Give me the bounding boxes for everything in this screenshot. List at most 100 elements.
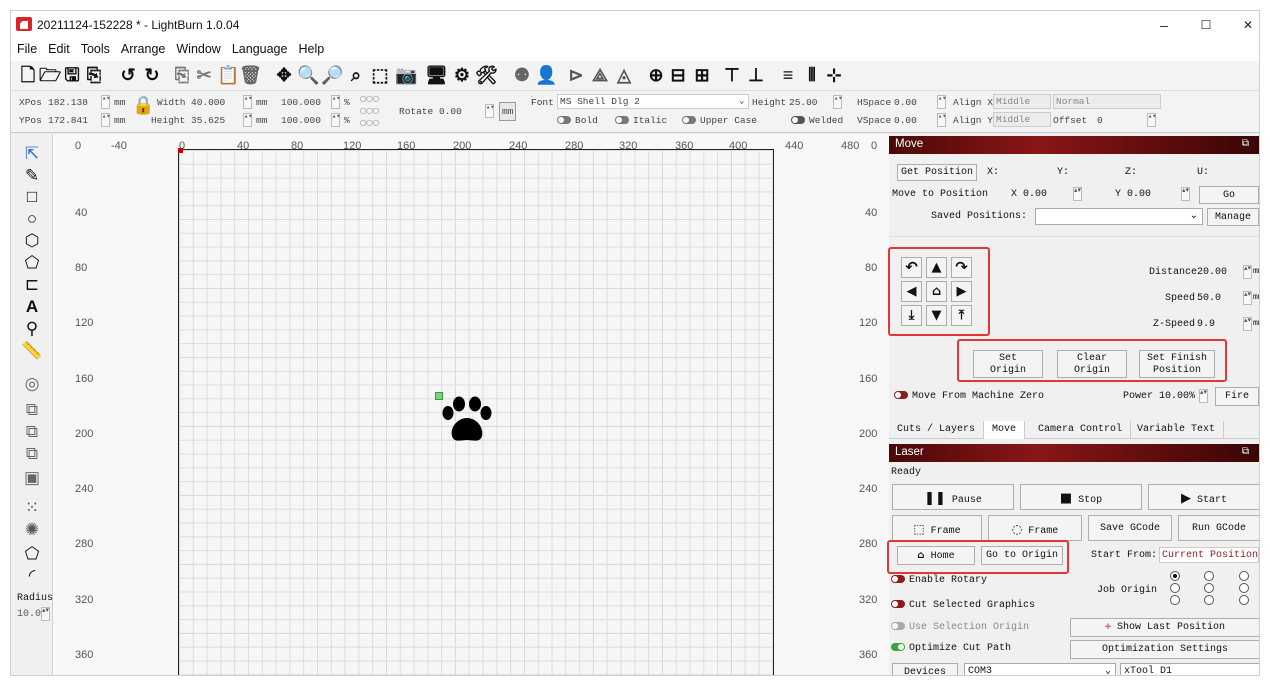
offset-field[interactable]: 0 — [1097, 115, 1103, 126]
radius-spinner[interactable]: ▴▾ — [41, 607, 50, 621]
design-canvas[interactable]: 0 -40 0 40 80 120 160 200 240 280 320 36… — [53, 134, 889, 675]
boolean-subtract-icon[interactable]: ⧉ — [21, 444, 43, 464]
menu-arrange[interactable]: Arrange — [115, 39, 170, 56]
device-select[interactable]: xTool D1 — [1120, 663, 1259, 675]
offset-shapes-icon[interactable]: ◎ — [21, 374, 43, 394]
delete-icon[interactable]: 🗑 — [239, 64, 262, 86]
menu-tools[interactable]: Tools — [75, 39, 115, 56]
xpos-field[interactable]: 182.138 — [48, 97, 88, 108]
save-icon[interactable]: 🖫 — [61, 64, 83, 86]
width-spinner[interactable]: ▴▾ — [243, 95, 252, 109]
move-from-zero-toggle[interactable]: Move From Machine Zero — [894, 391, 1044, 402]
ungroup-icon[interactable]: 👤 — [535, 64, 557, 86]
settings-gear-icon[interactable]: ⚙ — [451, 64, 473, 86]
menu-help[interactable]: Help — [292, 39, 329, 56]
paste-icon[interactable]: 📋 — [217, 64, 239, 86]
job-origin-radio[interactable] — [1204, 595, 1214, 605]
frame-circle-button[interactable]: ◌ Frame — [988, 515, 1082, 541]
welded-toggle[interactable]: Welded — [791, 115, 843, 126]
width-field[interactable]: 40.000 — [191, 97, 225, 108]
scale-height-field[interactable]: 100.000 — [281, 115, 321, 126]
undo-icon[interactable]: ↺ — [117, 64, 139, 86]
stop-button[interactable]: ■ Stop — [1020, 484, 1142, 510]
xpos-spinner[interactable]: ▴▾ — [101, 95, 110, 109]
bold-toggle[interactable]: Bold — [557, 115, 598, 126]
manage-button[interactable]: Manage — [1207, 208, 1259, 226]
menu-window[interactable]: Window — [170, 39, 225, 56]
run-gcode-button[interactable]: Run GCode — [1178, 515, 1259, 541]
start-from-select[interactable]: Current Position — [1159, 547, 1259, 563]
redo-icon[interactable]: ↻ — [141, 64, 163, 86]
boolean-union-icon[interactable]: ⧉ — [21, 422, 43, 442]
job-origin-radio[interactable] — [1239, 595, 1249, 605]
save-gcode-button[interactable]: Save GCode — [1088, 515, 1172, 541]
port-select[interactable]: COM3 ⌄ — [964, 663, 1116, 675]
close-button[interactable]: ✕ — [1233, 14, 1259, 36]
vspace-field[interactable]: 0.00 — [894, 115, 917, 126]
group-icon[interactable]: ⚉ — [511, 64, 533, 86]
pause-button[interactable]: ❚❚ Pause — [892, 484, 1014, 510]
job-origin-radio[interactable] — [1204, 571, 1214, 581]
font-dropdown-icon[interactable]: ⌄ — [739, 96, 744, 106]
cut-selected-toggle[interactable]: Cut Selected Graphics — [891, 600, 1035, 611]
speed-field[interactable]: 50.0 — [1197, 293, 1221, 304]
corner-rounding-icon[interactable]: ⬠ — [21, 544, 43, 564]
flip-vertical-icon[interactable]: ⟁ — [589, 64, 611, 86]
select-tool-icon[interactable]: ⇱ — [21, 144, 43, 164]
maximize-button[interactable]: ☐ — [1191, 14, 1221, 36]
panel-float-icon[interactable]: ⧉ — [1242, 446, 1249, 457]
offset-spinner[interactable]: ▴▾ — [1147, 113, 1156, 127]
optimize-cut-path-toggle[interactable]: Optimize Cut Path — [891, 643, 1011, 654]
measure-tool-icon[interactable]: 📏 — [21, 341, 43, 361]
move-y-spinner[interactable]: ▴▾ — [1181, 187, 1190, 201]
menu-file[interactable]: File — [11, 39, 42, 56]
vspace-spinner[interactable]: ▴▾ — [937, 113, 946, 127]
use-selection-origin-toggle[interactable]: Use Selection Origin — [891, 622, 1029, 633]
open-folder-icon[interactable]: 🗁 — [39, 64, 61, 86]
copy-icon[interactable]: ⎘ — [171, 64, 193, 86]
paw-print-shape[interactable] — [437, 396, 497, 448]
italic-toggle[interactable]: Italic — [615, 115, 667, 126]
export-icon[interactable]: ⎘ — [83, 64, 105, 86]
zoom-fit-icon[interactable]: ⌕ — [345, 64, 367, 86]
menu-edit[interactable]: Edit — [42, 39, 75, 56]
rotate-spinner[interactable]: ▴▾ — [485, 104, 494, 118]
tab-camera-control[interactable]: Camera Control — [1030, 421, 1132, 439]
ypos-field[interactable]: 172.841 — [48, 115, 88, 126]
align-middle-icon[interactable]: ⊥ — [745, 64, 767, 86]
frame-rect-button[interactable]: ⬚ Frame — [892, 515, 982, 541]
camera-icon[interactable]: 📷 — [395, 64, 417, 86]
flip-horizontal-icon[interactable]: ⊳ — [565, 64, 587, 86]
radius-field[interactable]: 10.0 — [17, 609, 41, 620]
go-button[interactable]: Go — [1199, 186, 1259, 204]
scale-height-spinner[interactable]: ▴▾ — [331, 113, 340, 127]
text-tool-icon[interactable]: A — [21, 297, 43, 317]
job-origin-radio[interactable] — [1204, 583, 1214, 593]
position-laser-icon[interactable]: ⊏ — [21, 275, 43, 295]
font-height-spinner[interactable]: ▴▾ — [833, 95, 842, 109]
boolean-intersect-icon[interactable]: ▣ — [21, 468, 43, 488]
weld-shapes-icon[interactable]: ⧉ — [21, 400, 43, 420]
move-y-field[interactable]: 0.00 — [1127, 189, 1151, 200]
cut-icon[interactable]: ✂ — [193, 64, 215, 86]
circular-array-icon[interactable]: ✺ — [21, 520, 43, 540]
polygon-tool-icon[interactable]: ⬡ — [21, 231, 43, 251]
align-left-icon[interactable]: ⊟ — [667, 64, 689, 86]
tab-cuts-layers[interactable]: Cuts / Layers — [889, 421, 985, 439]
zoom-selection-icon[interactable]: ⬚ — [369, 64, 391, 86]
minimize-button[interactable]: – — [1149, 14, 1179, 36]
text-mode-select[interactable]: Normal — [1053, 94, 1161, 109]
lock-ratio-icon[interactable]: 🔒 — [132, 95, 154, 117]
mirror-icon[interactable]: ◬ — [613, 64, 635, 86]
marker-tool-icon[interactable]: ⚲ — [21, 319, 43, 339]
get-position-button[interactable]: Get Position — [897, 164, 977, 181]
scale-width-field[interactable]: 100.000 — [281, 97, 321, 108]
z-speed-field[interactable]: 9.9 — [1197, 319, 1215, 330]
center-icon[interactable]: ⊕ — [645, 64, 667, 86]
font-height-field[interactable]: 25.00 — [789, 97, 818, 108]
job-origin-radio[interactable] — [1170, 571, 1180, 581]
ypos-spinner[interactable]: ▴▾ — [101, 113, 110, 127]
distribute-icon[interactable]: ≡ — [777, 64, 799, 86]
upper-case-toggle[interactable]: Upper Case — [682, 115, 757, 126]
new-file-icon[interactable]: 🗋 — [17, 64, 39, 86]
